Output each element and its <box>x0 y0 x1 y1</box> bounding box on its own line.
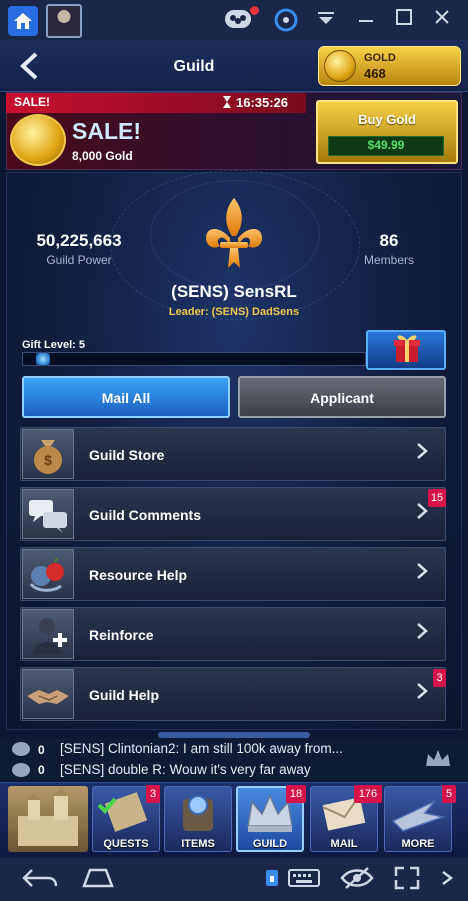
chat-count: 0 <box>38 743 45 757</box>
chat-message: [SENS] double R: Wouw it's very far away <box>60 762 311 777</box>
crown-icon[interactable] <box>424 748 452 774</box>
android-home-icon[interactable] <box>80 866 116 896</box>
nav-guild-label: GUILD <box>252 838 288 850</box>
guild-name: (SENS) SensRL <box>171 282 297 301</box>
menu-label: Reinforce <box>89 627 154 643</box>
back-button[interactable] <box>18 52 48 82</box>
guild-nav-badge: 18 <box>286 785 306 803</box>
guild-leader[interactable]: Leader: (SENS) DadSens <box>120 306 348 318</box>
menu-label: Guild Store <box>89 447 165 463</box>
fullscreen-icon[interactable] <box>394 866 420 896</box>
menu-row-guild-comments[interactable] <box>20 487 446 541</box>
hide-eye-icon[interactable] <box>340 866 374 896</box>
sale-amount: 8,000 Gold <box>72 149 133 163</box>
chevron-right-icon <box>416 560 428 586</box>
chat-message: [SENS] Clintonian2: I am still 100k away… <box>60 741 343 756</box>
gold-coin-icon <box>10 114 66 166</box>
guild-power-label: Guild Power <box>46 253 112 267</box>
svg-text:$: $ <box>44 452 52 468</box>
person-icon <box>12 742 30 756</box>
menu-row-guild-help[interactable] <box>20 667 446 721</box>
nav-quests-label: QUESTS <box>103 838 149 850</box>
chevron-right-icon <box>416 500 428 526</box>
chevron-right-icon <box>416 680 428 706</box>
gift-progress-fill <box>35 353 50 365</box>
gift-button[interactable] <box>366 330 446 370</box>
collapse-arrow-icon[interactable] <box>440 866 454 896</box>
gold-value: 468 <box>364 66 386 81</box>
quests-badge: 3 <box>146 785 160 803</box>
notification-dot <box>250 6 259 15</box>
resource-exchange-icon <box>22 549 74 599</box>
members-value: 86 <box>379 231 399 250</box>
keyboard-icon[interactable] <box>288 866 320 896</box>
sale-timer: 16:35:26 <box>236 95 289 110</box>
gold-coin-icon <box>324 50 356 82</box>
app-tab-thumbnail[interactable] <box>46 4 82 38</box>
menu-row-guild-store[interactable] <box>20 427 446 481</box>
minimize-icon[interactable] <box>352 8 380 32</box>
applicant-label: Applicant <box>310 390 374 406</box>
reinforce-soldier-icon <box>22 609 74 659</box>
chevron-right-icon <box>416 620 428 646</box>
mail-all-label: Mail All <box>101 390 151 406</box>
more-badge: 5 <box>442 785 456 803</box>
guild-chat-icon <box>12 763 30 777</box>
menu-label: Resource Help <box>89 567 188 583</box>
money-bag-icon: $ <box>22 429 74 479</box>
maximize-icon[interactable] <box>390 8 418 32</box>
menu-row-reinforce[interactable] <box>20 607 446 661</box>
gold-label: GOLD <box>364 52 396 64</box>
chat-bubbles-icon <box>22 489 74 539</box>
home-icon[interactable] <box>8 6 38 36</box>
guild-help-badge: 3 <box>433 669 446 687</box>
buy-gold-price: $49.99 <box>367 138 405 152</box>
fleur-de-lis-icon <box>202 196 266 272</box>
close-icon[interactable] <box>428 8 456 32</box>
multiplayer-icon[interactable] <box>224 8 252 32</box>
members-label: Members <box>363 253 414 267</box>
guild-power-value: 50,225,663 <box>36 231 122 250</box>
location-icon[interactable] <box>264 866 280 896</box>
chat-count: 0 <box>38 763 45 777</box>
handshake-icon <box>22 669 74 719</box>
menu-row-resource-help[interactable] <box>20 547 446 601</box>
menu-label: Guild Help <box>89 687 159 703</box>
page-title: Guild <box>173 58 215 75</box>
menu-label: Guild Comments <box>89 507 202 523</box>
mail-badge: 176 <box>354 785 382 803</box>
castle-button[interactable] <box>8 786 88 852</box>
gift-progress-bar <box>22 352 366 366</box>
gift-level-label: Gift Level: 5 <box>22 339 85 351</box>
nav-items-label: ITEMS <box>181 838 215 850</box>
account-icon[interactable] <box>272 8 300 32</box>
sale-title: SALE! <box>72 118 141 144</box>
nav-mail-label: MAIL <box>330 838 358 850</box>
dropdown-menu-icon[interactable] <box>312 8 340 32</box>
nav-more-label: MORE <box>401 838 435 850</box>
android-back-icon[interactable] <box>22 866 58 896</box>
buy-gold-label: Buy Gold <box>358 112 416 127</box>
hourglass-icon <box>222 95 232 114</box>
sale-tag: SALE! <box>14 95 50 109</box>
comments-badge: 15 <box>428 489 446 507</box>
chevron-right-icon <box>416 440 428 466</box>
